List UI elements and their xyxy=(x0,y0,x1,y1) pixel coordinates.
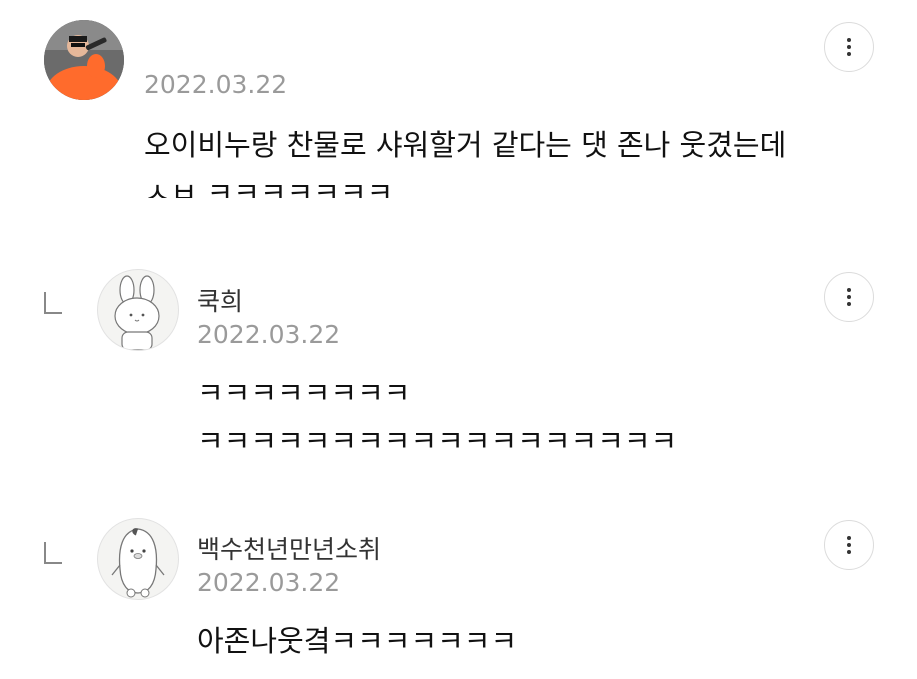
kebab-menu-icon-dot xyxy=(847,45,851,49)
reply-indent-icon xyxy=(44,292,62,314)
kebab-menu-icon-dot xyxy=(847,543,851,547)
person-photo-icon xyxy=(44,20,124,100)
reply-item: 백수천년만년소취 2022.03.22 아존나웃곀ㅋㅋㅋㅋㅋㅋㅋ xyxy=(0,490,917,670)
comment-date: 2022.03.22 xyxy=(197,568,341,597)
comment-date: 2022.03.22 xyxy=(144,70,288,99)
comment-date: 2022.03.22 xyxy=(197,320,341,349)
comment-author[interactable]: 쿡희 xyxy=(197,282,243,318)
comment-text-line: 오이비누랑 찬물로 샤워할거 같다는 댓 존나 웃겼는데 xyxy=(144,128,787,162)
kebab-menu-icon xyxy=(847,536,851,540)
avatar[interactable] xyxy=(97,518,179,600)
more-options-button[interactable] xyxy=(824,272,874,322)
comment-item: 2022.03.22 오이비누랑 찬물로 샤워할거 같다는 댓 존나 웃겼는데 … xyxy=(0,0,917,230)
kebab-menu-icon-dot xyxy=(847,52,851,56)
bunny-avatar-icon xyxy=(114,275,160,350)
comment-text-line: ㅅㅂ ㅋㅋㅋㅋㅋㅋㅋ xyxy=(144,176,394,198)
kebab-menu-icon-dot xyxy=(847,302,851,306)
comment-text-line: ㅋㅋㅋㅋㅋㅋㅋㅋㅋㅋㅋㅋㅋㅋㅋㅋㅋㅋ xyxy=(197,424,678,458)
kebab-menu-icon-dot xyxy=(847,295,851,299)
avatar[interactable] xyxy=(97,269,179,351)
kebab-menu-icon xyxy=(847,38,851,42)
reply-item: 쿡희 2022.03.22 ㅋㅋㅋㅋㅋㅋㅋㅋ ㅋㅋㅋㅋㅋㅋㅋㅋㅋㅋㅋㅋㅋㅋㅋㅋㅋ… xyxy=(0,240,917,480)
comment-text-line: 아존나웃곀ㅋㅋㅋㅋㅋㅋㅋ xyxy=(197,624,518,658)
penguin-avatar-icon xyxy=(111,528,165,598)
reply-indent-icon xyxy=(44,542,62,564)
kebab-menu-icon xyxy=(847,288,851,292)
more-options-button[interactable] xyxy=(824,22,874,72)
avatar[interactable] xyxy=(44,20,124,100)
kebab-menu-icon-dot xyxy=(847,550,851,554)
more-options-button[interactable] xyxy=(824,520,874,570)
comment-author[interactable]: 백수천년만년소취 xyxy=(197,530,381,566)
comment-text-line: ㅋㅋㅋㅋㅋㅋㅋㅋ xyxy=(197,376,411,410)
